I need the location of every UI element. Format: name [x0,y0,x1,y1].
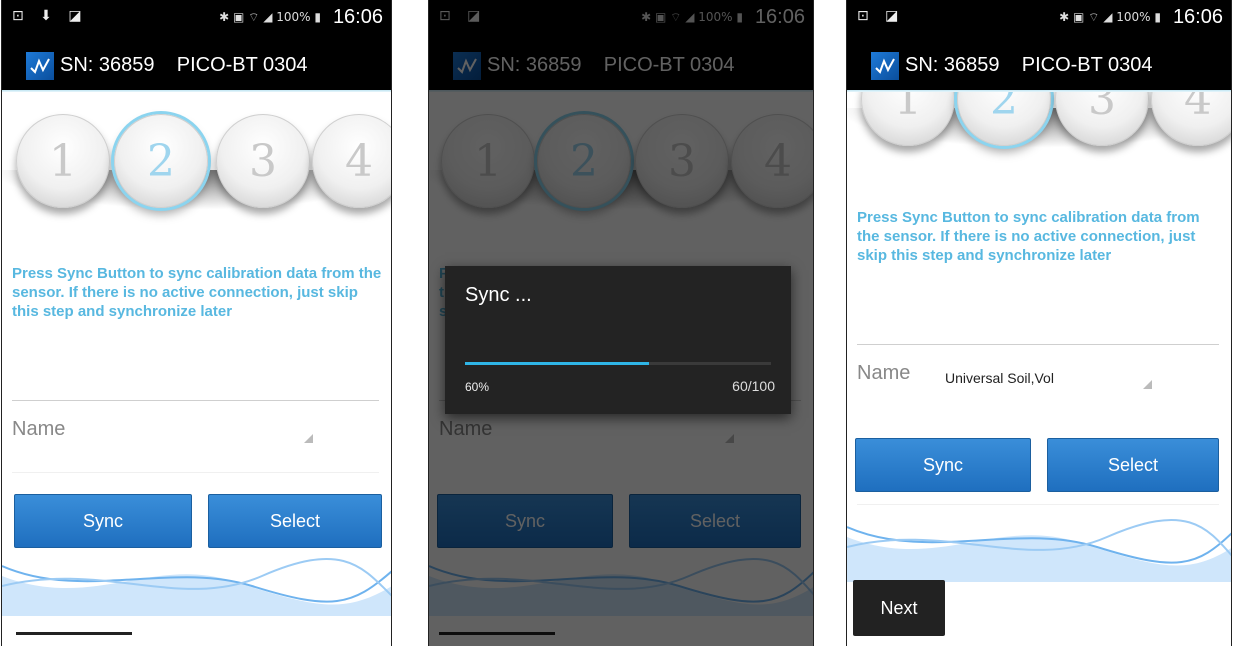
progress-bar [465,362,771,365]
notification-icons: ⊡ ◪ [857,8,905,24]
divider [857,504,1219,505]
step-indicator: 1 2 3 4 [2,110,391,220]
clock: 16:06 [1172,6,1223,28]
step-1[interactable]: 1 [16,114,110,208]
phone-screen-3: ⊡ ◪ ✱ ▣ ⌔ ◢ 100% ▮ 16:06 SN: 36859 PICO-… [846,0,1232,646]
sync-button[interactable]: Sync [14,494,192,548]
progress-percent: 60% [465,380,490,394]
name-dropdown[interactable]: Universal Soil,Vol [945,370,1054,386]
step-2-active[interactable]: 2 [114,114,208,208]
app-title: SN: 36859 PICO-BT 0304 [905,54,1153,77]
select-button[interactable]: Select [1047,438,1219,492]
wave-decoration [2,558,391,616]
clock: 16:06 [332,6,383,28]
dialog-title: Sync ... [465,284,532,306]
serial-number: SN: 36859 [905,54,1000,76]
app-bar: SN: 36859 PICO-BT 0304 [847,40,1231,90]
select-button[interactable]: Select [208,494,382,548]
device-name: PICO-BT 0304 [1021,54,1153,76]
dropdown-arrow-icon[interactable] [304,434,313,443]
next-button[interactable]: Next [853,580,945,636]
app-logo-icon[interactable] [26,52,54,80]
step-3[interactable]: 3 [216,114,310,208]
step-indicator: 1 2 3 4 [847,92,1231,158]
divider [857,344,1219,345]
phone-screen-2: ⊡ ◪ ✱ ▣ ⌔ ◢ 100% ▮ 16:06 SN: 36859 PICO-… [428,0,814,646]
divider [12,400,379,401]
instructions-text: Press Sync Button to sync calibration da… [857,209,1200,264]
content: 1 2 3 4 Press Sync Button to sync calibr… [2,92,391,646]
device-name: PICO-BT 0304 [176,54,308,76]
progress-count: 60/100 [732,378,775,394]
instructions-text: Press Sync Button to sync calibration da… [12,265,382,320]
notification-icons: ⊡ ⬇ ◪ [12,8,88,24]
app-bar: SN: 36859 PICO-BT 0304 [2,40,391,90]
sync-button[interactable]: Sync [855,438,1031,492]
serial-number: SN: 36859 [60,54,155,76]
signal-icons: ✱ ▣ ⌔ ◢ 100% ▮ [1059,10,1161,24]
name-label: Name [857,362,911,384]
content: 1 2 3 4 Press Sync Button to sync calibr… [847,92,1231,646]
name-label: Name [12,418,66,440]
wave-decoration [847,519,1231,582]
signal-icons: ✱ ▣ ⌔ ◢ 100% ▮ [219,10,321,24]
phone-screen-1: ⊡ ⬇ ◪ ✱ ▣ ⌔ ◢ 100% ▮ 16:06 SN: 36859 PIC… [1,0,392,646]
app-logo-icon[interactable] [871,52,899,80]
underline [16,632,132,635]
dropdown-arrow-icon[interactable] [1143,380,1152,389]
divider [12,472,379,473]
sync-progress-dialog: Sync ... 60% 60/100 [445,266,791,414]
app-title: SN: 36859 PICO-BT 0304 [60,54,308,77]
progress-bar-fill [465,362,649,365]
